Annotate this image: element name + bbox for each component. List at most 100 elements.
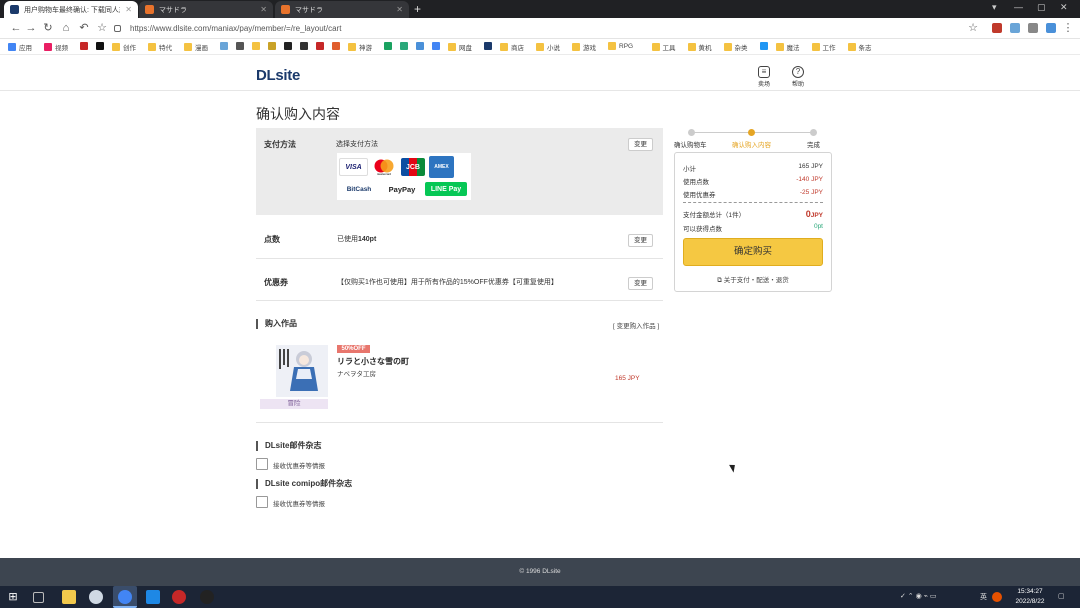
app-icon[interactable]: [146, 590, 160, 604]
home-icon[interactable]: ⌂: [60, 22, 72, 34]
bookmark-item[interactable]: 视频: [44, 42, 68, 52]
extension-icon[interactable]: [992, 23, 1002, 33]
close-tab-icon[interactable]: ✕: [125, 5, 132, 14]
close-window-icon[interactable]: ✕: [1060, 2, 1068, 13]
close-tab-icon[interactable]: ✕: [396, 5, 403, 14]
bookmark-item[interactable]: 工具: [651, 42, 676, 52]
bookmark-item[interactable]: 创作: [112, 42, 136, 52]
new-tab-icon[interactable]: +: [414, 2, 421, 16]
bookmark-item[interactable]: [316, 42, 324, 50]
bookmark-page-icon[interactable]: ☆: [967, 22, 979, 34]
bookmark-label: 创作: [123, 45, 136, 52]
discount-badge: 50%OFF: [337, 345, 370, 353]
work-thumbnail[interactable]: [276, 345, 328, 397]
bookmark-item[interactable]: [80, 42, 88, 50]
bookmark-item[interactable]: 应用: [8, 42, 32, 52]
dlsite-logo[interactable]: DLsite: [256, 67, 300, 84]
bookmark-item[interactable]: 神游: [348, 42, 372, 52]
confirm-purchase-button[interactable]: 确定购买: [683, 238, 823, 266]
url-field[interactable]: https://www.dlsite.com/maniax/pay/member…: [114, 21, 984, 36]
divider: [256, 300, 663, 301]
bookmark-icon: [268, 42, 276, 50]
work-price: 165 JPY: [615, 375, 640, 382]
comipo-newsletter-checkbox[interactable]: [256, 496, 268, 508]
order-summary: 小计 165 JPY 使用点数 -140 JPY 使用优惠券 -25 JPY 支付金额…: [674, 152, 832, 292]
comipo-newsletter-label[interactable]: 接收优惠券等情报: [273, 498, 325, 508]
newsletter-label[interactable]: 接收优惠券等情报: [273, 460, 325, 470]
bookmark-item[interactable]: [252, 42, 260, 50]
bookmark-item[interactable]: [268, 42, 276, 50]
task-view-icon[interactable]: [33, 592, 44, 603]
qq-icon[interactable]: [200, 590, 214, 604]
tab-masadora-1[interactable]: マサドラ ✕: [139, 1, 273, 18]
extension-icon[interactable]: [1010, 23, 1020, 33]
bookmark-item[interactable]: 条志: [847, 42, 872, 52]
bookmark-item[interactable]: [416, 42, 424, 50]
newsletter-checkbox[interactable]: [256, 458, 268, 470]
bookmark-item[interactable]: [759, 42, 768, 50]
reload-icon[interactable]: ↻: [42, 22, 54, 34]
change-coupon-button[interactable]: 变更: [628, 277, 653, 290]
coupon-value: 【仅购买1作也可使用】用于所有作品的15%OFF优惠券【可重复使用】: [337, 279, 558, 286]
bookmark-item[interactable]: 商店: [500, 42, 524, 52]
bookmark-item[interactable]: [236, 42, 244, 50]
tab-search-icon[interactable]: ▾: [992, 2, 997, 13]
bookmark-item[interactable]: [400, 42, 408, 50]
tab-masadora-2[interactable]: マサドラ ✕: [275, 1, 409, 18]
maximize-icon[interactable]: ▢: [1037, 2, 1046, 13]
windows-start-icon[interactable]: ⊞: [6, 590, 20, 604]
back-icon[interactable]: ←: [10, 22, 22, 34]
bookmark-item[interactable]: 漫画: [184, 42, 208, 52]
about-payment-link[interactable]: ⧉ 关于支付・配送・退货: [675, 274, 831, 285]
bookmark-item[interactable]: 魔法: [775, 42, 800, 52]
coupon-used-value: -25 JPY: [799, 189, 823, 196]
bookmark-item[interactable]: [284, 42, 292, 50]
app-icon[interactable]: [89, 590, 103, 604]
step-label-active: 确认购入内容: [732, 142, 771, 149]
bookmark-item[interactable]: [332, 42, 340, 50]
bookmark-item[interactable]: 网盘: [448, 42, 472, 52]
tray-icons[interactable]: ✓ ⌃ ◉ ⌁ ▭: [900, 592, 936, 600]
change-points-button[interactable]: 变更: [628, 234, 653, 247]
ime-indicator[interactable]: 英: [980, 592, 987, 602]
close-tab-icon[interactable]: ✕: [260, 5, 267, 14]
bookmark-label: 工具: [662, 45, 676, 52]
tab-cart-confirm[interactable]: 用户购物车最终确认: 下载同人志 ✕: [4, 1, 138, 18]
bookmark-item[interactable]: [96, 42, 104, 50]
system-clock[interactable]: 15:34:27 2022/8/22: [1004, 587, 1056, 607]
minimize-icon[interactable]: —: [1014, 2, 1023, 12]
recorder-icon[interactable]: [172, 590, 186, 604]
menu-icon[interactable]: ⋮: [1062, 22, 1074, 34]
extension-icon[interactable]: [1028, 23, 1038, 33]
help-link[interactable]: ? 帮助: [786, 66, 810, 88]
bookmark-item[interactable]: [220, 42, 228, 50]
file-explorer-icon[interactable]: [62, 590, 76, 604]
bookmark-item[interactable]: [384, 42, 392, 50]
paypay-logo: PayPay: [388, 184, 416, 194]
notification-icon[interactable]: ▢: [1058, 592, 1065, 600]
sogou-icon[interactable]: [992, 592, 1002, 602]
forward-icon[interactable]: →: [25, 22, 37, 34]
bookmark-icon: [80, 42, 88, 50]
bookmark-item[interactable]: [300, 42, 308, 50]
bookmark-item[interactable]: 游戏: [572, 42, 596, 52]
change-works-link[interactable]: [ 变更购入作品 ]: [613, 320, 659, 330]
undo-icon[interactable]: ↶: [78, 22, 90, 34]
bookmark-item[interactable]: RPG: [608, 42, 633, 50]
change-payment-button[interactable]: 变更: [628, 138, 653, 151]
shop-link[interactable]: ≡ 卖场: [752, 66, 776, 88]
bookmark-item[interactable]: [484, 42, 492, 50]
work-circle[interactable]: ナベヲタ工房: [337, 368, 376, 378]
bookmark-item[interactable]: 杂类: [723, 42, 748, 52]
bookmark-item[interactable]: [432, 42, 440, 50]
bookmark-item[interactable]: 特代: [148, 42, 172, 52]
genre-tag[interactable]: 冒险: [260, 399, 328, 409]
bookmark-item[interactable]: 小说: [536, 42, 560, 52]
bookmark-item[interactable]: 工作: [811, 42, 836, 52]
work-title[interactable]: リラと小さな雪の町: [337, 356, 409, 367]
clock-time: 15:34:27: [1017, 588, 1043, 595]
bookmark-star-icon[interactable]: ☆: [96, 22, 108, 34]
bookmark-item[interactable]: 黄机: [687, 42, 712, 52]
extension-icon[interactable]: [1046, 23, 1056, 33]
chrome-icon[interactable]: [118, 590, 132, 604]
